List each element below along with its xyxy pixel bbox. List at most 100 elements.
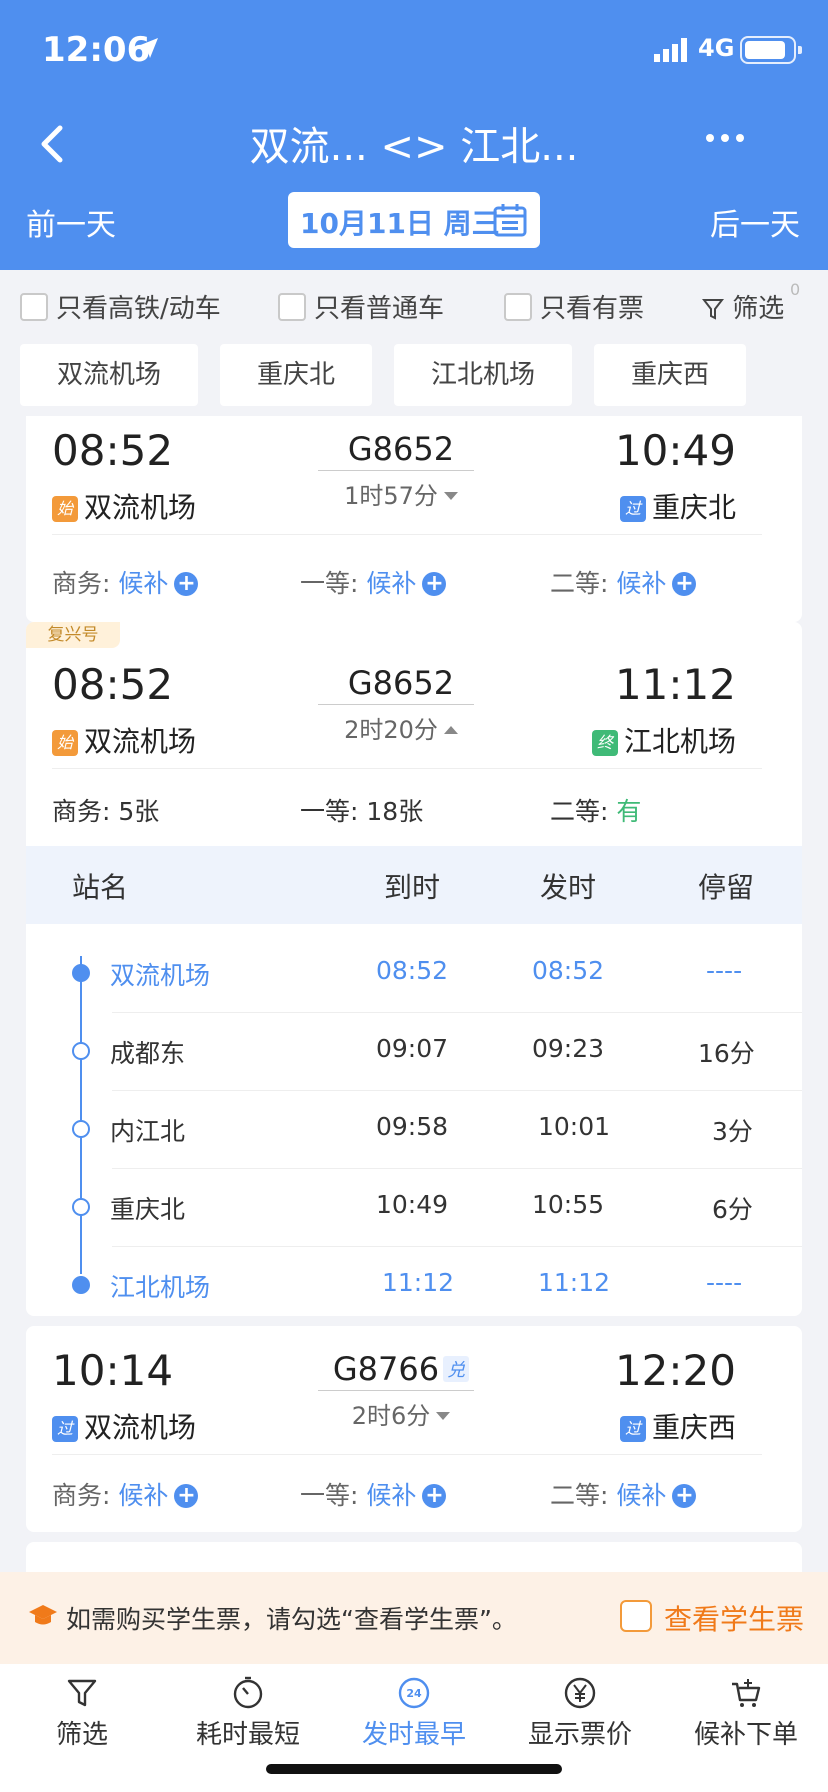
station-tag[interactable]: 双流机场 — [20, 344, 198, 406]
back-arrow-icon[interactable] — [30, 116, 74, 172]
schedule-col-station: 站名 — [72, 871, 129, 904]
date-picker[interactable]: 10月11日 周三 — [288, 192, 540, 248]
tab-filter[interactable]: 筛选 — [12, 1676, 152, 1766]
schedule-station: 重庆北 — [110, 1195, 186, 1224]
seat-second[interactable]: 二等: 候补 + — [550, 564, 697, 600]
seat-label: 二等: — [550, 569, 609, 598]
train-card[interactable]: 10:14 G8766 兑 2时6分 12:20 过双流机场 过重庆西 商务: 候… — [26, 1326, 802, 1532]
available-only-checkbox[interactable]: 只看有票 — [504, 288, 644, 325]
prev-day-button[interactable]: 前一天 — [26, 200, 116, 244]
arrival-time: 12:20 — [614, 1346, 736, 1395]
duration[interactable]: 2时6分 — [306, 1396, 496, 1431]
filter-button[interactable]: 筛选 — [701, 288, 785, 325]
schedule-row: 成都东 09:07 09:23 16分 — [26, 1012, 802, 1090]
tab-shortest[interactable]: 耗时最短 — [178, 1676, 318, 1766]
more-icon[interactable] — [700, 118, 750, 158]
start-badge: 始 — [52, 496, 78, 522]
student-ticket-label[interactable]: 查看学生票 — [664, 1598, 804, 1638]
schedule-arrive: 10:49 — [376, 1190, 449, 1219]
schedule-stay: 3分 — [712, 1117, 753, 1146]
duration[interactable]: 2时20分 — [306, 710, 496, 745]
seat-second[interactable]: 二等: 有 — [550, 792, 641, 828]
seat-first[interactable]: 一等: 18张 — [300, 792, 423, 828]
tab-price[interactable]: 显示票价 — [510, 1676, 650, 1766]
tab-earliest[interactable]: 24 发时最早 — [344, 1676, 484, 1766]
duration-text: 2时20分 — [344, 716, 438, 744]
plus-icon: + — [422, 1484, 447, 1508]
date-label: 10月11日 周三 — [300, 207, 500, 240]
plus-icon: + — [422, 572, 447, 596]
schedule-row: 双流机场 08:52 08:52 ---- — [26, 934, 802, 1012]
yen-icon — [564, 1677, 596, 1709]
normal-train-checkbox[interactable]: 只看普通车 — [278, 288, 444, 325]
seat-first[interactable]: 一等: 候补 + — [300, 564, 447, 600]
tab-waitlist[interactable]: 候补下单 — [676, 1676, 816, 1766]
clock-24-icon: 24 — [398, 1677, 430, 1709]
seat-second[interactable]: 二等: 候补 + — [550, 1476, 697, 1512]
filter-count: 0 — [790, 280, 801, 299]
train-card[interactable]: 08:52 G8652 1时57分 10:49 始双流机场 过重庆北 商务: 候… — [26, 416, 802, 622]
station-tag[interactable]: 重庆北 — [220, 344, 372, 406]
home-indicator — [266, 1764, 562, 1774]
schedule-row: 重庆北 10:49 10:55 6分 — [26, 1168, 802, 1246]
tab-label: 耗时最短 — [195, 1720, 300, 1750]
station-tag[interactable]: 江北机场 — [394, 344, 572, 406]
next-day-button[interactable]: 后一天 — [710, 200, 800, 244]
filter-label: 筛选 — [732, 294, 785, 324]
seat-business[interactable]: 商务: 候补 + — [52, 564, 199, 600]
schedule-stay: ---- — [706, 1268, 743, 1297]
seat-label: 二等: — [550, 797, 609, 826]
arrival-station: 过重庆西 — [619, 1406, 736, 1446]
schedule-col-arrive: 到时 — [384, 871, 441, 904]
divider — [52, 1454, 762, 1455]
departure-station: 过双流机场 — [52, 1406, 196, 1446]
departure-station-name: 双流机场 — [84, 491, 197, 524]
status-time: 12:06 — [42, 30, 151, 70]
student-hint: 如需购买学生票，请勾选“查看学生票”。 — [66, 1605, 517, 1634]
seat-value: 候补 — [366, 569, 417, 598]
tab-label: 候补下单 — [693, 1720, 798, 1750]
departure-station: 始双流机场 — [52, 720, 196, 760]
departure-time: 08:52 — [52, 426, 174, 475]
station-tag[interactable]: 重庆西 — [594, 344, 746, 406]
redeem-badge: 兑 — [443, 1356, 470, 1382]
seat-label: 一等: — [300, 569, 359, 598]
seat-value: 候补 — [616, 569, 667, 598]
cart-icon — [732, 1679, 761, 1707]
filter-bar: 只看高铁/动车 只看普通车 只看有票 筛选 0 — [0, 270, 828, 336]
schedule-depart: 08:52 — [532, 956, 605, 985]
seat-label: 二等: — [550, 1481, 609, 1510]
graduation-cap-icon — [29, 1605, 57, 1625]
pass-badge: 过 — [619, 496, 646, 522]
high-speed-checkbox[interactable]: 只看高铁/动车 — [20, 288, 221, 325]
schedule-arrive: 11:12 — [382, 1268, 455, 1297]
schedule-arrive: 08:52 — [376, 956, 449, 985]
normal-train-label: 只看普通车 — [314, 294, 445, 324]
departure-time: 08:52 — [52, 660, 174, 709]
seat-business[interactable]: 商务: 5张 — [52, 792, 159, 828]
schedule-stay: ---- — [706, 956, 743, 985]
tab-label: 发时最早 — [361, 1720, 466, 1750]
departure-station: 始双流机场 — [52, 486, 196, 526]
chevron-down-icon — [443, 492, 458, 500]
train-number: G8652 — [347, 664, 455, 702]
schedule-station: 双流机场 — [110, 961, 211, 990]
train-card[interactable] — [26, 1542, 802, 1572]
seat-first[interactable]: 一等: 候补 + — [300, 1476, 447, 1512]
train-number-text: G8766 — [332, 1350, 440, 1388]
arrival-station-name: 重庆北 — [651, 491, 736, 524]
seat-business[interactable]: 商务: 候补 + — [52, 1476, 199, 1512]
student-ticket-checkbox[interactable] — [620, 1600, 652, 1632]
schedule-stay: 6分 — [712, 1195, 753, 1224]
duration[interactable]: 1时57分 — [306, 476, 496, 511]
fuxing-tag: 复兴号 — [26, 622, 120, 648]
plus-icon: + — [672, 572, 697, 596]
location-arrow-icon — [138, 38, 158, 58]
train-list[interactable]: 08:52 G8652 1时57分 10:49 始双流机场 过重庆北 商务: 候… — [0, 416, 828, 1572]
schedule-station: 成都东 — [110, 1039, 186, 1068]
arrival-station: 终江北机场 — [591, 720, 736, 760]
divider — [52, 768, 762, 769]
chevron-down-icon — [436, 1412, 451, 1420]
clock-icon — [233, 1676, 263, 1709]
train-card-expanded[interactable]: 复兴号 08:52 G8652 2时20分 11:12 始双流机场 终江北机场 … — [26, 622, 802, 1316]
